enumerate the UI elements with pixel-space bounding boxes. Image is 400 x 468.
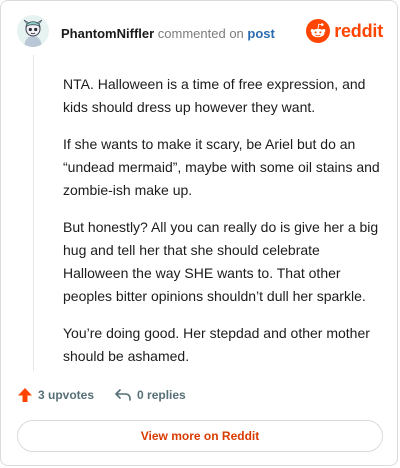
reddit-comment-embed: PhantomNiffler commented on post reddit …	[0, 0, 398, 466]
reddit-wordmark: reddit	[334, 20, 383, 41]
upvote-count: 3 upvotes	[38, 388, 95, 402]
view-more-button[interactable]: View more on Reddit	[17, 420, 383, 452]
reddit-logo[interactable]: reddit	[306, 19, 383, 43]
comment-paragraph: You’re doing good. Her stepdad and other…	[63, 325, 370, 364]
commented-on-text: commented on	[157, 26, 244, 41]
post-link[interactable]: post	[247, 26, 274, 41]
reply-count: 0 replies	[137, 388, 186, 402]
avatar-icon	[17, 15, 49, 47]
upvote-button[interactable]: 3 upvotes	[17, 387, 94, 403]
comment-paragraph: NTA. Halloween is a time of free express…	[63, 76, 366, 115]
comment-body: NTA. Halloween is a time of free express…	[63, 73, 385, 382]
comment-actions: 3 upvotes 0 replies	[17, 387, 206, 403]
comment-paragraph: But honestly? All you can really do is g…	[63, 219, 379, 304]
reddit-snoo-icon	[306, 19, 331, 43]
upvote-arrow-icon	[18, 388, 32, 402]
comment-paragraph: If she wants to make it scary, be Ariel …	[63, 136, 380, 198]
comment-header: PhantomNiffler commented on post	[61, 26, 275, 42]
avatar[interactable]	[17, 15, 49, 47]
reply-button[interactable]: 0 replies	[114, 387, 186, 403]
username[interactable]: PhantomNiffler	[61, 26, 154, 41]
thread-line	[33, 55, 34, 371]
reply-arrow-icon	[115, 389, 131, 401]
